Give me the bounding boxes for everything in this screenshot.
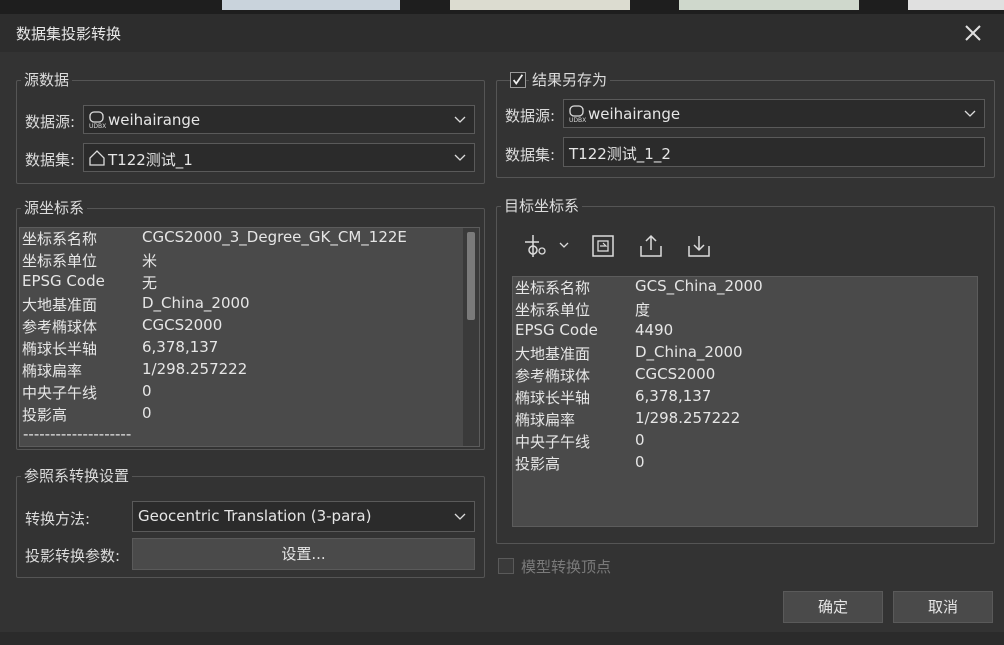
transform-settings-group: 参照系转换设置 转换方法: Geocentric Translation (3-… — [16, 466, 485, 578]
chevron-down-icon — [454, 154, 466, 161]
background-bottom — [0, 632, 1004, 645]
result-datasource-combo[interactable]: UDBX weihairange — [563, 99, 985, 128]
source-datasource-label: 数据源: — [25, 113, 76, 131]
svg-text:UDBX: UDBX — [89, 123, 106, 129]
source-data-group: 源数据 数据源: UDBX weihairange 数据集: T122测试_1 — [16, 70, 485, 184]
transform-method-label: 转换方法: — [25, 510, 91, 528]
chevron-down-icon — [454, 116, 466, 123]
transform-method-value: Geocentric Translation (3-para) — [138, 507, 372, 525]
export-icon[interactable] — [637, 232, 665, 260]
settings-button[interactable]: 设置... — [132, 538, 475, 570]
background-thumbnail — [450, 0, 630, 10]
source-crs-properties[interactable]: 坐标系名称 CGCS2000_3_Degree_GK_CM_122E 坐标系单位米… — [19, 227, 480, 447]
result-datasource-value: weihairange — [588, 105, 681, 123]
ok-button[interactable]: 确定 — [783, 591, 883, 623]
source-dataset-label: 数据集: — [25, 151, 76, 169]
result-dataset-label: 数据集: — [505, 146, 556, 164]
crs-settings-icon[interactable] — [521, 232, 549, 260]
source-data-legend: 源数据 — [21, 70, 73, 90]
background-strip — [0, 0, 1004, 14]
udbx-datasource-icon: UDBX — [569, 105, 586, 123]
import-icon[interactable] — [685, 232, 713, 260]
projection-transform-dialog: 数据集投影转换 源数据 数据源: UDBX weihairange 数据集: T… — [0, 14, 1004, 632]
title-bar: 数据集投影转换 — [0, 14, 1004, 52]
model-vertex-checkbox[interactable] — [498, 558, 514, 574]
chevron-down-icon[interactable] — [559, 241, 569, 249]
target-crs-legend: 目标坐标系 — [501, 196, 583, 216]
source-dataset-combo[interactable]: T122测试_1 — [83, 143, 475, 172]
save-as-checkbox[interactable] — [510, 72, 526, 88]
source-crs-group: 源坐标系 坐标系名称 CGCS2000_3_Degree_GK_CM_122E 坐… — [16, 198, 485, 450]
source-datasource-value: weihairange — [108, 111, 201, 129]
background-thumbnail — [908, 0, 1004, 10]
save-as-label[interactable]: 结果另存为 — [529, 70, 611, 90]
result-dataset-input[interactable]: T122测试_1_2 — [563, 137, 985, 167]
result-dataset-value: T122测试_1_2 — [569, 145, 671, 163]
result-save-group: 结果另存为 数据源: UDBX weihairange 数据集: T122测试_… — [496, 70, 995, 178]
source-datasource-combo[interactable]: UDBX weihairange — [83, 105, 475, 134]
background-thumbnail — [222, 0, 400, 10]
close-icon[interactable] — [960, 20, 986, 46]
vertical-scrollbar[interactable] — [463, 228, 479, 446]
background-thumbnail — [679, 0, 859, 10]
dialog-title: 数据集投影转换 — [16, 25, 122, 43]
model-vertex-label[interactable]: 模型转换顶点 — [521, 556, 611, 577]
chevron-down-icon — [964, 110, 976, 117]
svg-text:UDBX: UDBX — [569, 117, 586, 123]
transform-settings-legend: 参照系转换设置 — [21, 466, 133, 486]
udbx-datasource-icon: UDBX — [89, 111, 106, 129]
source-crs-legend: 源坐标系 — [21, 198, 88, 218]
target-crs-properties[interactable]: 坐标系名称 GCS_China_2000 坐标系单位度 EPSG Code 4490… — [512, 276, 978, 527]
source-dataset-value: T122测试_1 — [108, 151, 193, 169]
chevron-down-icon — [454, 513, 466, 520]
select-crs-icon[interactable] — [590, 232, 618, 260]
transform-method-combo[interactable]: Geocentric Translation (3-para) — [132, 501, 475, 532]
result-datasource-label: 数据源: — [505, 107, 556, 125]
check-icon — [512, 74, 524, 85]
region-dataset-icon — [89, 150, 105, 166]
projection-params-label: 投影转换参数: — [25, 547, 121, 565]
crs-separator: -------------------- — [23, 425, 132, 443]
scrollbar-thumb[interactable] — [467, 232, 475, 320]
target-crs-group: 目标坐标系 坐标系名称 GCS_China_2000 坐标系单位度 EPSG Co… — [496, 196, 995, 544]
cancel-button[interactable]: 取消 — [893, 591, 993, 623]
